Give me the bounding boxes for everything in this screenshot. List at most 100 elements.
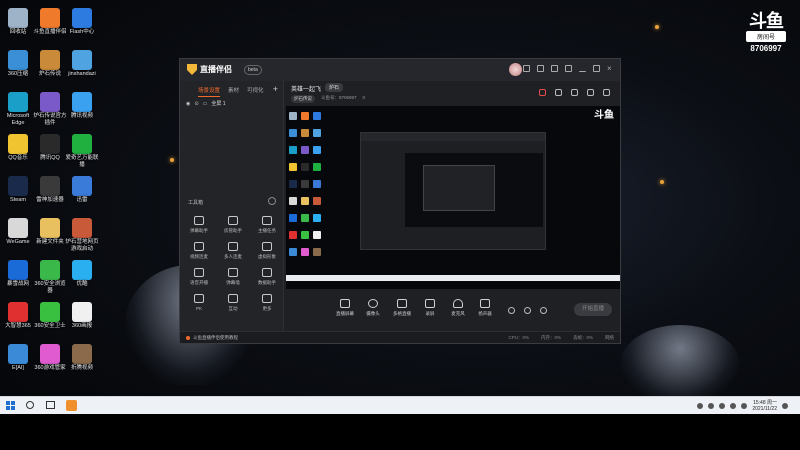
record-button[interactable]: 录屏 [417,299,443,317]
spark-decoration [655,25,659,29]
douyu-watermark: 斗鱼 房间号 8706997 [746,12,786,53]
desktop-icon[interactable]: 折腾视频 [64,344,100,372]
tool-item[interactable]: 多人连麦 [216,242,250,260]
preview-icon [301,163,309,171]
go-live-button[interactable]: 开始直播 [574,303,612,316]
desktop-icon[interactable]: WeGame [0,218,36,246]
desktop-icon[interactable]: 炉石传说 [32,50,68,78]
desktop-icon[interactable]: 360压缩 [0,50,36,78]
network-icon[interactable] [730,403,737,409]
game-chip[interactable]: 炉石传说 [291,95,315,103]
app-icon [8,302,28,322]
tray-icon[interactable] [719,403,726,409]
start-button[interactable] [6,401,15,410]
douyu-taskbar-icon[interactable] [66,400,77,411]
desktop-icon[interactable]: 360游戏管家 [32,344,68,372]
version-badge[interactable]: beta [244,65,262,75]
microphone-button[interactable]: 麦克风 [445,299,471,317]
tool-item[interactable]: 语音开播 [182,268,216,286]
desktop-icon[interactable]: 炉石营地网页游戏启动 [64,218,100,253]
menu-icon[interactable] [565,65,572,72]
message-icon[interactable] [523,65,530,72]
avatar[interactable] [509,63,522,76]
desktop-icon[interactable]: 炉石传说官方插件 [32,92,68,127]
bell-icon[interactable] [587,89,594,96]
lock-icon[interactable] [555,89,562,96]
clock[interactable]: 15:48 周一 2021/11/22 [752,400,777,412]
desktop-icon-label: 腾讯视频 [70,113,93,119]
letterbox-bar [0,414,800,450]
tab-visual[interactable]: 可视化 [247,86,264,97]
tool-item[interactable]: 虚拟形象 [250,242,284,260]
close-icon[interactable]: × [607,65,614,73]
tool-item[interactable]: 房管助手 [216,216,250,234]
multi-stream-button[interactable]: 多格直播 [389,299,415,317]
room-title[interactable]: 英雄一起飞 [291,84,321,93]
tray-icon[interactable] [708,403,715,409]
desktop-icon[interactable]: 360安全浏览器 [32,260,68,295]
share-icon[interactable] [603,89,610,96]
tray-icon[interactable] [697,403,704,409]
desktop-icon[interactable]: 迅雷 [64,176,100,204]
gear-icon[interactable] [540,307,547,314]
add-scene-button[interactable]: + [273,84,278,94]
scene-item[interactable]: ◉ ⊙ ▭ 全屏 1 [186,100,225,108]
desktop-icon[interactable]: 大智慧365 [0,302,36,330]
category-badge[interactable]: 炉石 [325,83,344,92]
desktop-icon[interactable]: Microsoft Edge [0,92,36,127]
desktop-icon[interactable]: 暴雪战网 [0,260,36,288]
tool-icon [194,294,204,303]
status-bar: 斗鱼直播伴侣使用教程 CPU：0% 内存：0% 丢帧：0% 网络 [180,331,620,343]
search-icon[interactable] [26,401,34,409]
tool-item[interactable]: 互动 [216,294,250,312]
desktop-icon[interactable]: 爱奇艺万能联播 [64,134,100,169]
share-screen-icon[interactable] [571,89,578,96]
app-icon [8,50,28,70]
tool-item[interactable]: 数据助手 [250,268,284,286]
desktop-icon[interactable]: 雷神加速器 [32,176,68,204]
desktop-icon[interactable]: 斗鱼直播伴侣 [32,8,68,36]
tool-item[interactable]: 更多 [250,294,284,312]
tool-item[interactable]: 弹幕助手 [182,216,216,234]
desktop-icon[interactable]: QQ音乐 [0,134,36,162]
volume-icon[interactable] [741,403,748,409]
eye-icon[interactable]: ◉ [186,101,190,107]
desktop-icon[interactable]: 优酷 [64,260,100,288]
jellyfish-decoration [620,325,740,405]
preview-icon [301,197,309,205]
tool-item[interactable]: 视频连麦 [182,242,216,260]
tool-item[interactable]: 弹幕墙 [216,268,250,286]
video-icon[interactable] [508,307,515,314]
tool-icon [194,268,204,277]
desktop-icon[interactable]: E[AI] [0,344,36,372]
toolbox-settings-icon[interactable] [268,197,276,205]
skin-icon[interactable] [551,65,558,72]
desktop-icon[interactable]: Steam [0,176,36,204]
desktop-icon[interactable]: 腾讯视频 [64,92,100,120]
tab-materials[interactable]: 素材 [228,86,239,97]
lock-icon[interactable]: ⊙ [194,101,198,107]
stream-preview[interactable]: 斗鱼 [286,106,620,289]
notification-icon[interactable] [782,403,788,409]
gift-icon[interactable] [539,89,546,96]
desktop-icon[interactable]: 腾讯QQ [32,134,68,162]
tool-item[interactable]: 主播任务 [250,216,284,234]
minimize-icon[interactable] [579,65,586,72]
app-logo-icon [187,64,197,75]
desktop-icon[interactable]: 360画报 [64,302,100,330]
maximize-icon[interactable] [593,65,600,72]
tab-scene[interactable]: 场景设置 [198,86,221,97]
tutorial-link[interactable]: 斗鱼直播伴侣使用教程 [186,335,238,341]
desktop-icon[interactable]: Flash中心 [64,8,100,36]
desktop-icon[interactable]: 回收站 [0,8,36,36]
desktop-icon[interactable]: jinshandazi [64,50,100,78]
signal-icon[interactable] [524,307,531,314]
desktop-icon[interactable]: 新建文件夹 [32,218,68,246]
tool-item[interactable]: PK [182,294,216,312]
speaker-button[interactable]: 扬声器 [472,299,498,317]
settings-icon[interactable] [537,65,544,72]
task-view-icon[interactable] [46,401,55,409]
screen-capture-button[interactable]: 直播屏幕 [332,299,358,317]
camera-button[interactable]: 摄像头 [360,299,386,317]
desktop-icon[interactable]: 360安全卫士 [32,302,68,330]
